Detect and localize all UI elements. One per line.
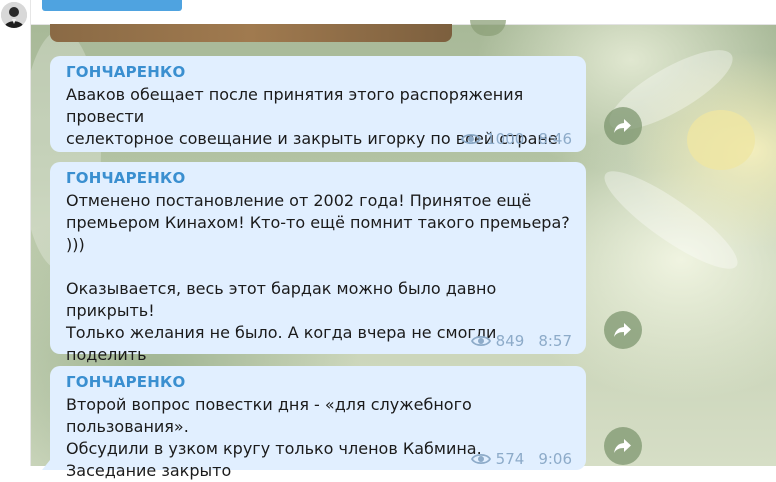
left-sidebar-strip (0, 0, 31, 466)
eye-icon (461, 133, 482, 145)
view-count: 1000 (486, 130, 525, 148)
message-time: 8:57 (538, 332, 572, 350)
message-time: 8:46 (538, 130, 572, 148)
share-button[interactable] (604, 427, 642, 465)
message-text: Второй вопрос повестки дня - «для служеб… (66, 395, 482, 480)
message-bubble[interactable]: ГОНЧАРЕНКО Отменено постановление от 200… (50, 162, 586, 408)
message-meta: 1000 8:46 (461, 130, 572, 148)
avatar[interactable] (1, 2, 27, 28)
top-action-button[interactable] (42, 0, 182, 11)
share-button[interactable] (604, 107, 642, 145)
message-sender[interactable]: ГОНЧАРЕНКО (66, 372, 574, 392)
previous-message-media[interactable] (50, 24, 452, 42)
message-sender[interactable]: ГОНЧАРЕНКО (66, 62, 574, 82)
view-count: 849 (495, 332, 525, 350)
message-bubble[interactable]: ГОНЧАРЕНКО Второй вопрос повестки дня - … (42, 366, 586, 480)
message-sender[interactable]: ГОНЧАРЕНКО (66, 168, 574, 188)
eye-icon (470, 335, 491, 347)
eye-icon (470, 453, 491, 465)
message-bubble[interactable]: ГОНЧАРЕНКО Аваков обещает после принятия… (50, 56, 586, 152)
view-count: 574 (495, 450, 525, 468)
message-time: 9:06 (538, 450, 572, 468)
message-meta: 574 9:06 (470, 450, 572, 468)
message-meta: 849 8:57 (470, 332, 572, 350)
share-button[interactable] (604, 311, 642, 349)
share-arrow-icon (614, 439, 631, 453)
share-arrow-icon (614, 119, 631, 133)
share-arrow-icon (614, 323, 631, 337)
